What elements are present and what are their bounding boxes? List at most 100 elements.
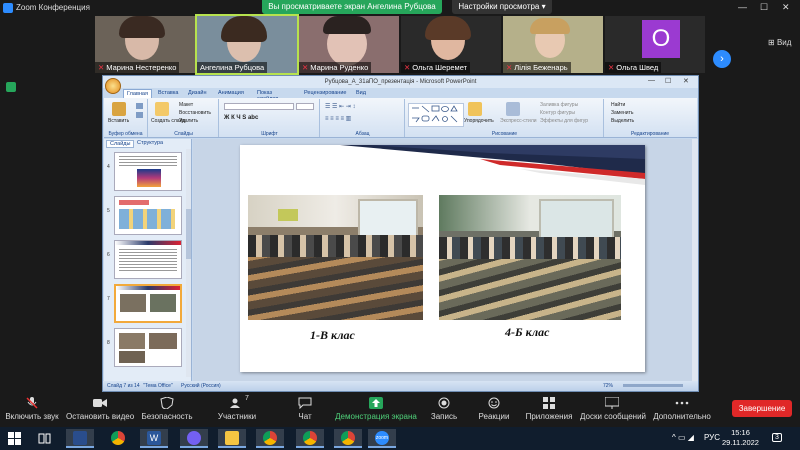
slides-panel: Слайды Структура 4 5 6 7 8 [104, 139, 192, 381]
stop-video-label: Остановить видео [66, 412, 135, 421]
taskbar-viber[interactable] [180, 429, 208, 448]
close-icon[interactable]: ✕ [782, 2, 790, 13]
save-disk-icon [73, 431, 87, 445]
font-style-buttons[interactable]: Ж К Ч S abc [224, 115, 258, 121]
paste-button[interactable]: Вставить [108, 118, 129, 124]
notifications-icon[interactable]: 3 [772, 433, 782, 442]
effects-button[interactable]: Эффекты для фигур [540, 118, 588, 124]
participant-tile-speaking[interactable]: Ангелина Рубцова [195, 14, 299, 75]
cut-icon[interactable] [136, 103, 143, 109]
participant-name: ✕ Ольга Шеремет [401, 62, 471, 73]
fill-button[interactable]: Заливка фигуры [540, 102, 578, 108]
current-slide[interactable]: 1-В клас 4-Б клас [240, 145, 645, 372]
ppt-maximize-icon[interactable]: ☐ [665, 77, 671, 85]
zoom-slider[interactable] [623, 384, 683, 387]
group-label: Рисование [491, 131, 518, 137]
reactions-label: Реакции [478, 412, 510, 421]
encryption-shield-icon[interactable] [6, 82, 16, 92]
thumb-text [119, 249, 177, 271]
participants-button[interactable]: 7 Участники [214, 393, 260, 427]
tab-slides[interactable]: Слайды [106, 140, 135, 148]
delete-button[interactable]: Удалить [179, 118, 198, 124]
stop-video-button[interactable]: Остановить видео [66, 393, 134, 427]
record-button[interactable]: Запись [428, 393, 460, 427]
participant-tile[interactable]: ✕ Марина Руденко [299, 16, 399, 73]
apps-icon [543, 397, 555, 409]
group-label: Буфер обмена [108, 131, 143, 137]
ribbon: Вставить Буфер обмена Создать слайд Маке… [104, 98, 697, 138]
arrange-button[interactable]: Упорядочить [464, 118, 494, 124]
clock-date: 29.11.2022 [722, 438, 759, 447]
minimize-icon[interactable]: — [738, 2, 747, 12]
reactions-button[interactable]: Реакции [476, 393, 512, 427]
taskbar-zoom[interactable]: zoom [368, 429, 396, 448]
font-size-input[interactable] [296, 103, 314, 110]
chrome-icon [341, 431, 355, 445]
whiteboard-button[interactable]: Доски сообщений [580, 393, 646, 427]
layout-button[interactable]: Макет [179, 102, 193, 108]
taskbar-chrome-3[interactable] [296, 429, 324, 448]
slide-thumbnail[interactable] [114, 328, 182, 367]
group-label: Абзац [355, 131, 370, 137]
taskbar-chrome[interactable] [104, 429, 132, 448]
share-screen-button[interactable]: Демонстрация экрана [334, 393, 418, 427]
group-label: Шрифт [261, 131, 278, 137]
shapes-gallery[interactable] [408, 103, 464, 127]
scroll-thumb[interactable] [186, 209, 191, 259]
clock[interactable]: 15:16 29.11.2022 [722, 428, 759, 448]
end-meeting-button[interactable]: Завершение [732, 400, 792, 417]
taskbar-explorer[interactable] [218, 429, 246, 448]
task-view-icon[interactable] [38, 432, 51, 445]
security-button[interactable]: Безопасность [140, 393, 194, 427]
slide-thumbnail[interactable] [114, 152, 182, 191]
classroom-photo-right [439, 195, 621, 320]
clock-time: 15:16 [731, 428, 750, 437]
select-button[interactable]: Выделить [611, 118, 634, 124]
taskbar-chrome-2[interactable] [256, 429, 284, 448]
participant-tile[interactable]: ✕ Марина Нестеренко [95, 16, 195, 73]
participant-tile[interactable]: ✕ Ольга Шеремет [401, 16, 501, 73]
thumb-image [119, 333, 145, 349]
slide-thumbnail[interactable] [114, 240, 182, 279]
shared-screen-powerpoint[interactable]: Рубцова_А_31аПО_презентація - Microsoft … [102, 75, 699, 392]
slide-number: 5 [107, 208, 110, 214]
chat-button[interactable]: Чат [290, 393, 320, 427]
slide-thumbnail-selected[interactable] [114, 284, 182, 323]
participant-tile[interactable]: ✕ Лілія Беженарь [503, 16, 603, 73]
find-button[interactable]: Найти [611, 102, 625, 108]
outline-button[interactable]: Контур фигуры [540, 110, 575, 116]
list-buttons[interactable]: ☰ ☰ ⇤ ⇥ ↕ [325, 103, 355, 110]
taskbar-word[interactable]: W [140, 429, 168, 448]
view-settings-button[interactable]: Настройки просмотра ▾ [452, 0, 552, 14]
tab-outline[interactable]: Структура [134, 140, 166, 146]
reset-button[interactable]: Восстановить [179, 110, 211, 116]
apps-button[interactable]: Приложения [524, 393, 574, 427]
slide-scrollbar[interactable] [692, 139, 698, 381]
office-button[interactable] [105, 78, 121, 94]
ppt-minimize-icon[interactable]: — [648, 77, 655, 84]
next-page-arrow-icon[interactable]: › [713, 50, 731, 68]
video-icon [93, 399, 107, 407]
title-bar: Zoom Конференция Вы просматриваете экран… [0, 0, 800, 16]
tray-icons[interactable]: ^ ▭ ◢ [672, 433, 694, 442]
mic-muted-icon: ✕ [302, 63, 309, 72]
unmute-button[interactable]: Включить звук [2, 393, 62, 427]
window [539, 199, 614, 239]
quick-styles-button[interactable]: Экспресс-стили [500, 118, 537, 124]
more-button[interactable]: Дополнительно [652, 393, 712, 427]
panel-scrollbar[interactable] [186, 149, 191, 377]
input-language[interactable]: РУС [704, 433, 720, 442]
taskbar-powerpoint[interactable] [66, 429, 94, 448]
maximize-icon[interactable]: ☐ [760, 2, 768, 13]
taskbar-chrome-4[interactable] [334, 429, 362, 448]
font-family-input[interactable] [224, 103, 294, 110]
copy-icon[interactable] [136, 112, 143, 118]
align-buttons[interactable]: ≡ ≡ ≡ ≡ ▥ [325, 115, 351, 122]
windows-start-icon[interactable] [8, 432, 21, 445]
participant-tile[interactable]: O ✕ Ольга Швед [605, 16, 705, 73]
slide-thumbnail[interactable] [114, 196, 182, 235]
ppt-close-icon[interactable]: ✕ [683, 77, 689, 85]
hair-shape [425, 16, 471, 40]
replace-button[interactable]: Заменить [611, 110, 633, 116]
view-button[interactable]: ⊞ Вид [768, 38, 791, 47]
